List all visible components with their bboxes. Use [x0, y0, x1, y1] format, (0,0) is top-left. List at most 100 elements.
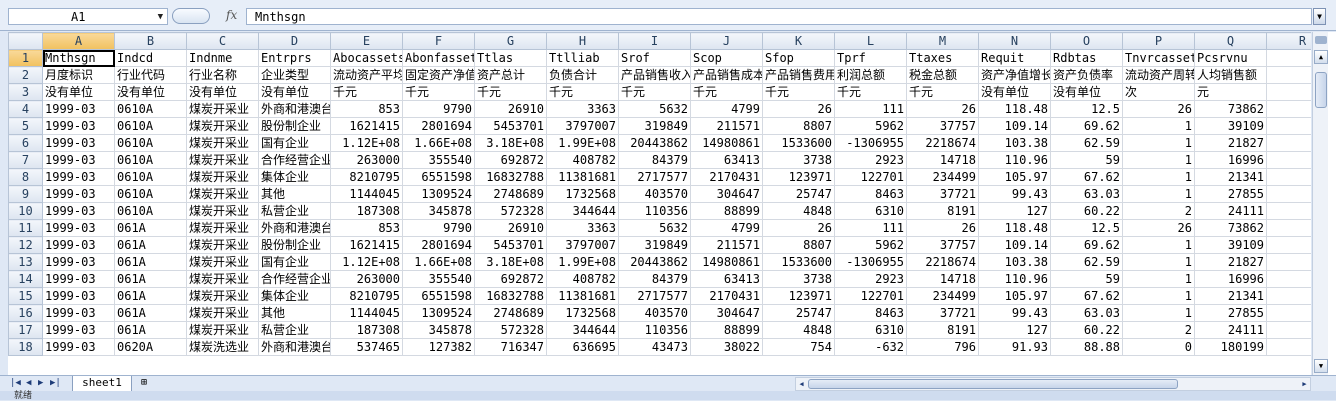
column-header-a[interactable]: A: [42, 32, 115, 50]
cell-n8[interactable]: 105.97: [978, 168, 1051, 186]
cell-q13[interactable]: 21827: [1194, 253, 1267, 271]
cell-n2[interactable]: 资产净值增长率: [978, 66, 1051, 84]
cell-f7[interactable]: 355540: [402, 151, 475, 169]
cell-d4[interactable]: 外商和港澳台: [258, 100, 331, 118]
cell-q17[interactable]: 24111: [1194, 321, 1267, 339]
cell-l4[interactable]: 111: [834, 100, 907, 118]
cell-m17[interactable]: 8191: [906, 321, 979, 339]
cell-c15[interactable]: 煤炭开采业: [186, 287, 259, 305]
cell-e1[interactable]: Abocassets: [330, 49, 403, 67]
row-header[interactable]: 12: [8, 236, 43, 254]
cell-c17[interactable]: 煤炭开采业: [186, 321, 259, 339]
cell-f4[interactable]: 9790: [402, 100, 475, 118]
column-header-p[interactable]: P: [1122, 32, 1195, 50]
cell-k14[interactable]: 3738: [762, 270, 835, 288]
cell-r11[interactable]: [1266, 219, 1311, 237]
cell-n15[interactable]: 105.97: [978, 287, 1051, 305]
cell-n13[interactable]: 103.38: [978, 253, 1051, 271]
cell-e2[interactable]: 流动资产平均余额: [330, 66, 403, 84]
cell-n16[interactable]: 99.43: [978, 304, 1051, 322]
cell-r14[interactable]: [1266, 270, 1311, 288]
last-sheet-icon[interactable]: ▶|: [50, 378, 61, 388]
cell-i13[interactable]: 20443862: [618, 253, 691, 271]
cell-b8[interactable]: 0610A: [114, 168, 187, 186]
cell-p5[interactable]: 1: [1122, 117, 1195, 135]
cell-m15[interactable]: 234499: [906, 287, 979, 305]
cell-f1[interactable]: Abonfassets: [402, 49, 475, 67]
column-header-i[interactable]: I: [618, 32, 691, 50]
column-header-m[interactable]: M: [906, 32, 979, 50]
cell-m5[interactable]: 37757: [906, 117, 979, 135]
cell-q16[interactable]: 27855: [1194, 304, 1267, 322]
cell-f3[interactable]: 千元: [402, 83, 475, 101]
cell-l13[interactable]: -1306955: [834, 253, 907, 271]
cell-e16[interactable]: 1144045: [330, 304, 403, 322]
cell-l7[interactable]: 2923: [834, 151, 907, 169]
cell-r5[interactable]: [1266, 117, 1311, 135]
cell-g4[interactable]: 26910: [474, 100, 547, 118]
cell-o2[interactable]: 资产负债率: [1050, 66, 1123, 84]
cell-m2[interactable]: 税金总额: [906, 66, 979, 84]
row-header[interactable]: 15: [8, 287, 43, 305]
cell-l9[interactable]: 8463: [834, 185, 907, 203]
cell-l11[interactable]: 111: [834, 219, 907, 237]
split-handle-icon[interactable]: [1315, 36, 1327, 44]
cell-b7[interactable]: 0610A: [114, 151, 187, 169]
cell-f17[interactable]: 345878: [402, 321, 475, 339]
cell-c1[interactable]: Indnme: [186, 49, 259, 67]
cell-p8[interactable]: 1: [1122, 168, 1195, 186]
scroll-down-icon[interactable]: ▼: [1314, 359, 1328, 373]
cell-e6[interactable]: 1.12E+08: [330, 134, 403, 152]
cell-c7[interactable]: 煤炭开采业: [186, 151, 259, 169]
cell-b1[interactable]: Indcd: [114, 49, 187, 67]
cell-m10[interactable]: 8191: [906, 202, 979, 220]
cell-m6[interactable]: 2218674: [906, 134, 979, 152]
row-header[interactable]: 8: [8, 168, 43, 186]
cell-n5[interactable]: 109.14: [978, 117, 1051, 135]
cell-i6[interactable]: 20443862: [618, 134, 691, 152]
cell-h5[interactable]: 3797007: [546, 117, 619, 135]
cell-f11[interactable]: 9790: [402, 219, 475, 237]
cell-c14[interactable]: 煤炭开采业: [186, 270, 259, 288]
cell-l17[interactable]: 6310: [834, 321, 907, 339]
cell-i12[interactable]: 319849: [618, 236, 691, 254]
row-header[interactable]: 11: [8, 219, 43, 237]
cell-b10[interactable]: 0610A: [114, 202, 187, 220]
cell-o16[interactable]: 63.03: [1050, 304, 1123, 322]
cell-a18[interactable]: 1999-03: [42, 338, 115, 356]
column-header-f[interactable]: F: [402, 32, 475, 50]
cell-a11[interactable]: 1999-03: [42, 219, 115, 237]
cell-f14[interactable]: 355540: [402, 270, 475, 288]
cell-n17[interactable]: 127: [978, 321, 1051, 339]
cell-l1[interactable]: Tprf: [834, 49, 907, 67]
cell-h17[interactable]: 344644: [546, 321, 619, 339]
cell-j2[interactable]: 产品销售成本: [690, 66, 763, 84]
cell-g18[interactable]: 716347: [474, 338, 547, 356]
cell-r6[interactable]: [1266, 134, 1311, 152]
cell-g2[interactable]: 资产总计: [474, 66, 547, 84]
cell-e3[interactable]: 千元: [330, 83, 403, 101]
cell-g5[interactable]: 5453701: [474, 117, 547, 135]
cell-d16[interactable]: 其他: [258, 304, 331, 322]
cell-e7[interactable]: 263000: [330, 151, 403, 169]
row-header[interactable]: 10: [8, 202, 43, 220]
cell-d15[interactable]: 集体企业: [258, 287, 331, 305]
cell-b15[interactable]: 061A: [114, 287, 187, 305]
cell-d8[interactable]: 集体企业: [258, 168, 331, 186]
cell-g17[interactable]: 572328: [474, 321, 547, 339]
cell-b6[interactable]: 0610A: [114, 134, 187, 152]
column-header-n[interactable]: N: [978, 32, 1051, 50]
cell-h3[interactable]: 千元: [546, 83, 619, 101]
cell-h11[interactable]: 3363: [546, 219, 619, 237]
cell-q1[interactable]: Pcsrvnu: [1194, 49, 1267, 67]
cell-k3[interactable]: 千元: [762, 83, 835, 101]
cell-q15[interactable]: 21341: [1194, 287, 1267, 305]
cell-l12[interactable]: 5962: [834, 236, 907, 254]
cell-r8[interactable]: [1266, 168, 1311, 186]
cell-r17[interactable]: [1266, 321, 1311, 339]
row-header[interactable]: 18: [8, 338, 43, 356]
cell-k13[interactable]: 1533600: [762, 253, 835, 271]
cell-r15[interactable]: [1266, 287, 1311, 305]
cell-o5[interactable]: 69.62: [1050, 117, 1123, 135]
cell-b3[interactable]: 没有单位: [114, 83, 187, 101]
